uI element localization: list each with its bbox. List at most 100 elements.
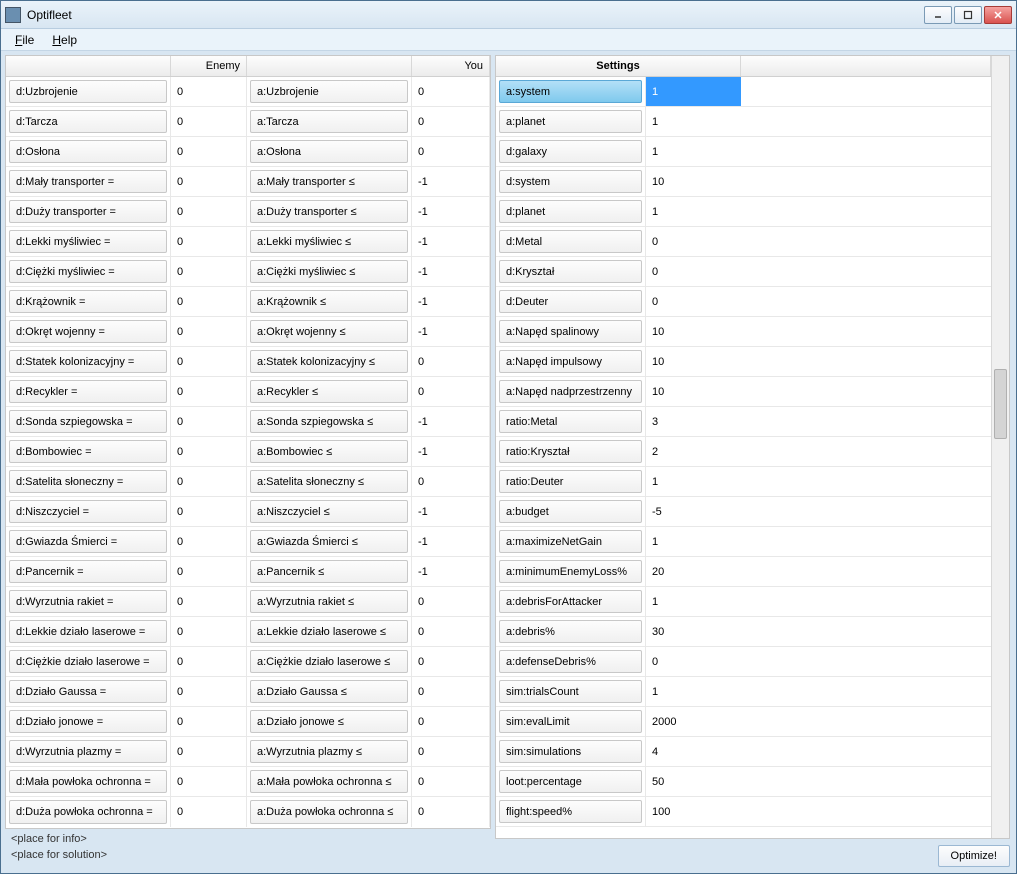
enemy-label-button[interactable]: d:Mała powłoka ochronna = (9, 770, 167, 793)
you-label-button[interactable]: a:Uzbrojenie (250, 80, 408, 103)
setting-key-button[interactable]: sim:trialsCount (499, 680, 642, 703)
you-label-button[interactable]: a:Duży transporter ≤ (250, 200, 408, 223)
close-button[interactable] (984, 6, 1012, 24)
setting-value[interactable]: 1 (646, 107, 741, 136)
you-label-button[interactable]: a:Niszczyciel ≤ (250, 500, 408, 523)
you-label-button[interactable]: a:Sonda szpiegowska ≤ (250, 410, 408, 433)
maximize-button[interactable] (954, 6, 982, 24)
setting-key-button[interactable]: sim:simulations (499, 740, 642, 763)
you-value[interactable]: 0 (418, 146, 424, 158)
you-label-button[interactable]: a:Gwiazda Śmierci ≤ (250, 530, 408, 553)
enemy-value[interactable]: 0 (177, 236, 183, 248)
setting-value[interactable]: 2000 (646, 707, 741, 736)
you-label-button[interactable]: a:Bombowiec ≤ (250, 440, 408, 463)
you-value[interactable]: 0 (418, 476, 424, 488)
enemy-label-button[interactable]: d:Mały transporter = (9, 170, 167, 193)
enemy-label-button[interactable]: d:Sonda szpiegowska = (9, 410, 167, 433)
setting-value[interactable]: 0 (646, 287, 741, 316)
you-value[interactable]: 0 (418, 806, 424, 818)
you-label-button[interactable]: a:Statek kolonizacyjny ≤ (250, 350, 408, 373)
enemy-label-button[interactable]: d:Lekki myśliwiec = (9, 230, 167, 253)
you-label-button[interactable]: a:Lekki myśliwiec ≤ (250, 230, 408, 253)
enemy-label-button[interactable]: d:Statek kolonizacyjny = (9, 350, 167, 373)
enemy-value[interactable]: 0 (177, 626, 183, 638)
enemy-label-button[interactable]: d:Ciężki myśliwiec = (9, 260, 167, 283)
setting-value[interactable]: 0 (646, 227, 741, 256)
setting-key-button[interactable]: loot:percentage (499, 770, 642, 793)
you-label-button[interactable]: a:Okręt wojenny ≤ (250, 320, 408, 343)
enemy-value[interactable]: 0 (177, 266, 183, 278)
you-value[interactable]: 0 (418, 386, 424, 398)
setting-key-button[interactable]: flight:speed% (499, 800, 642, 823)
you-value[interactable]: -1 (418, 236, 428, 248)
setting-key-button[interactable]: d:Kryształ (499, 260, 642, 283)
setting-key-button[interactable]: a:system (499, 80, 642, 103)
you-value[interactable]: 0 (418, 116, 424, 128)
setting-value[interactable]: -5 (646, 497, 741, 526)
you-value[interactable]: 0 (418, 356, 424, 368)
you-label-button[interactable]: a:Satelita słoneczny ≤ (250, 470, 408, 493)
setting-value[interactable]: 0 (646, 647, 741, 676)
setting-key-button[interactable]: a:Napęd nadprzestrzenny (499, 380, 642, 403)
setting-value[interactable]: 0 (646, 257, 741, 286)
setting-key-button[interactable]: sim:evalLimit (499, 710, 642, 733)
enemy-label-button[interactable]: d:Uzbrojenie (9, 80, 167, 103)
you-value[interactable]: 0 (418, 626, 424, 638)
enemy-value[interactable]: 0 (177, 476, 183, 488)
setting-key-button[interactable]: a:Napęd impulsowy (499, 350, 642, 373)
setting-key-button[interactable]: d:planet (499, 200, 642, 223)
enemy-label-button[interactable]: d:Pancernik = (9, 560, 167, 583)
enemy-label-button[interactable]: d:Duży transporter = (9, 200, 167, 223)
you-label-button[interactable]: a:Mała powłoka ochronna ≤ (250, 770, 408, 793)
you-label-button[interactable]: a:Krążownik ≤ (250, 290, 408, 313)
you-label-button[interactable]: a:Tarcza (250, 110, 408, 133)
setting-value[interactable]: 10 (646, 347, 741, 376)
setting-key-button[interactable]: ratio:Kryształ (499, 440, 642, 463)
you-label-button[interactable]: a:Osłona (250, 140, 408, 163)
setting-key-button[interactable]: a:minimumEnemyLoss% (499, 560, 642, 583)
you-value[interactable]: 0 (418, 776, 424, 788)
you-value[interactable]: 0 (418, 596, 424, 608)
enemy-value[interactable]: 0 (177, 416, 183, 428)
setting-value[interactable]: 10 (646, 167, 741, 196)
setting-value[interactable]: 2 (646, 437, 741, 466)
scrollbar-thumb[interactable] (994, 369, 1007, 439)
enemy-label-button[interactable]: d:Działo Gaussa = (9, 680, 167, 703)
you-value[interactable]: -1 (418, 446, 428, 458)
enemy-label-button[interactable]: d:Bombowiec = (9, 440, 167, 463)
enemy-value[interactable]: 0 (177, 206, 183, 218)
setting-key-button[interactable]: d:galaxy (499, 140, 642, 163)
enemy-label-button[interactable]: d:Ciężkie działo laserowe = (9, 650, 167, 673)
enemy-value[interactable]: 0 (177, 566, 183, 578)
setting-key-button[interactable]: ratio:Deuter (499, 470, 642, 493)
setting-value[interactable]: 30 (646, 617, 741, 646)
setting-value[interactable]: 3 (646, 407, 741, 436)
you-value[interactable]: -1 (418, 566, 428, 578)
enemy-value[interactable]: 0 (177, 776, 183, 788)
enemy-value[interactable]: 0 (177, 446, 183, 458)
you-value[interactable]: -1 (418, 176, 428, 188)
you-value[interactable]: 0 (418, 716, 424, 728)
you-label-button[interactable]: a:Lekkie działo laserowe ≤ (250, 620, 408, 643)
col-settings[interactable]: Settings (496, 56, 741, 76)
enemy-label-button[interactable]: d:Osłona (9, 140, 167, 163)
setting-key-button[interactable]: a:planet (499, 110, 642, 133)
you-label-button[interactable]: a:Działo jonowe ≤ (250, 710, 408, 733)
you-value[interactable]: -1 (418, 296, 428, 308)
you-label-button[interactable]: a:Mały transporter ≤ (250, 170, 408, 193)
you-value[interactable]: -1 (418, 416, 428, 428)
enemy-value[interactable]: 0 (177, 806, 183, 818)
setting-value[interactable]: 100 (646, 797, 741, 826)
you-label-button[interactable]: a:Działo Gaussa ≤ (250, 680, 408, 703)
menu-file[interactable]: File (7, 31, 42, 49)
setting-value[interactable]: 10 (646, 377, 741, 406)
you-label-button[interactable]: a:Pancernik ≤ (250, 560, 408, 583)
setting-value[interactable]: 50 (646, 767, 741, 796)
enemy-value[interactable]: 0 (177, 506, 183, 518)
enemy-value[interactable]: 0 (177, 86, 183, 98)
enemy-label-button[interactable]: d:Okręt wojenny = (9, 320, 167, 343)
enemy-value[interactable]: 0 (177, 176, 183, 188)
you-label-button[interactable]: a:Wyrzutnia rakiet ≤ (250, 590, 408, 613)
setting-key-button[interactable]: a:debrisForAttacker (499, 590, 642, 613)
enemy-label-button[interactable]: d:Niszczyciel = (9, 500, 167, 523)
